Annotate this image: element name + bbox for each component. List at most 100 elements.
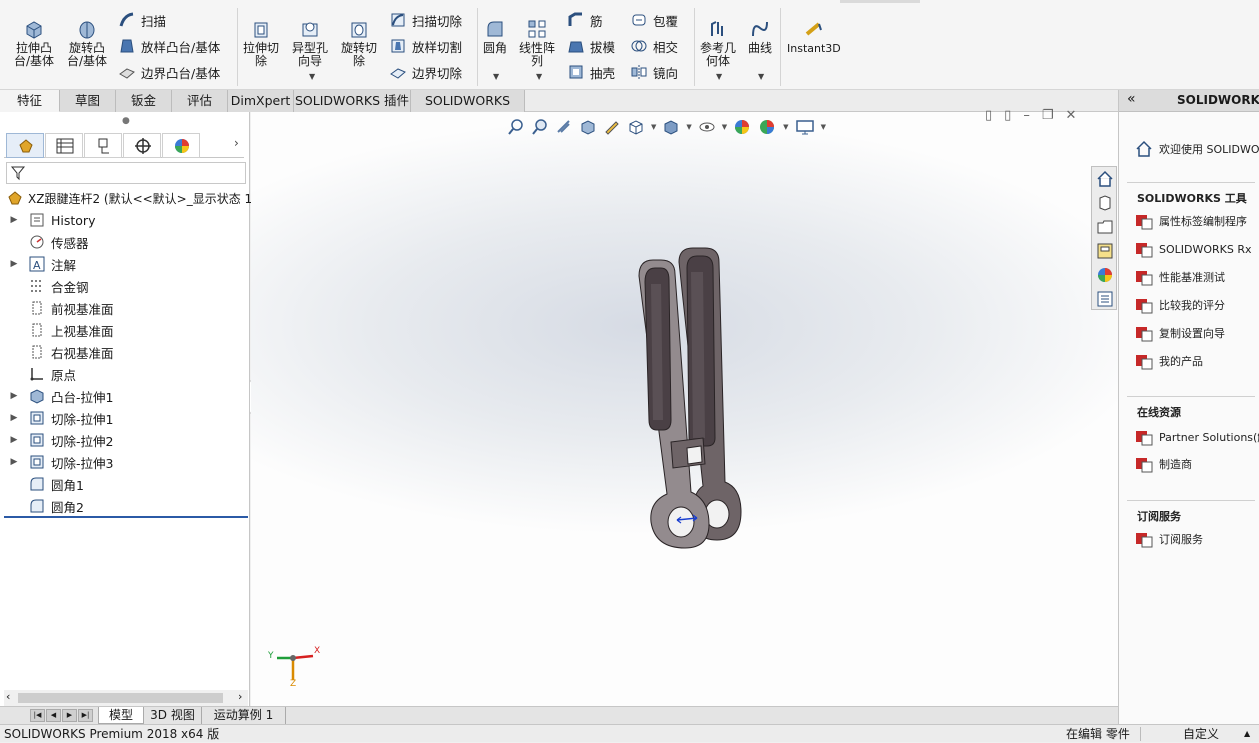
tab-mbd[interactable]: SOLIDWORKS MBD xyxy=(411,90,525,129)
tree-item[interactable]: 圆角1 xyxy=(0,473,84,495)
loft-boss-button[interactable]: 放样凸台/基体 xyxy=(118,35,220,57)
panel-grip-icon[interactable]: ● xyxy=(122,116,130,126)
expand-arrow-icon[interactable]: ▶ xyxy=(8,391,20,401)
collapse-pane-icon[interactable]: « xyxy=(1127,91,1136,107)
view-settings-dropdown-icon[interactable]: ▼ xyxy=(821,123,826,131)
loft-cut-button[interactable]: 放样切割 xyxy=(389,35,462,57)
expand-arrow-icon[interactable]: ▶ xyxy=(8,435,20,445)
close-icon[interactable]: ✕ xyxy=(1065,108,1076,123)
fillet-button[interactable]: 圆角 xyxy=(483,18,507,55)
zoom-to-area-icon[interactable] xyxy=(531,118,549,136)
task-pane-link[interactable]: 制造商 xyxy=(1135,455,1192,473)
expand-arrow-icon[interactable]: ▶ xyxy=(8,413,20,423)
first-tab-icon[interactable]: |◀ xyxy=(30,709,45,722)
task-pane-link[interactable]: 属性标签编制程序 xyxy=(1135,212,1247,230)
custom-properties-icon[interactable] xyxy=(1096,290,1114,308)
last-tab-icon[interactable]: ▶| xyxy=(78,709,93,722)
dimxpert-manager-tab[interactable] xyxy=(123,133,161,158)
tab-model[interactable]: 模型 xyxy=(98,707,144,724)
apply-scene-dropdown-icon[interactable]: ▼ xyxy=(783,123,788,131)
configuration-manager-tab[interactable] xyxy=(84,133,122,158)
extrude-cut-button[interactable]: 拉伸切 除 xyxy=(243,18,279,68)
tab-features[interactable]: 特征 xyxy=(0,90,60,112)
hide-show-items-icon[interactable] xyxy=(698,118,716,136)
task-pane-link[interactable]: 比较我的评分 xyxy=(1135,296,1225,314)
hide-show-dropdown-icon[interactable]: ▼ xyxy=(722,123,727,131)
tab-sheet-metal[interactable]: 钣金 xyxy=(116,90,172,112)
tree-horizontal-scrollbar[interactable]: ‹ › xyxy=(4,690,248,706)
tab-motion-study[interactable]: 运动算例 1 xyxy=(202,707,286,724)
scroll-left-arrow-icon[interactable]: ‹ xyxy=(6,690,10,703)
view-palette-icon[interactable] xyxy=(1096,242,1114,260)
tree-item[interactable]: 传感器 xyxy=(0,231,89,253)
tree-item[interactable]: 前视基准面 xyxy=(0,297,114,319)
apply-scene-icon[interactable] xyxy=(757,118,777,136)
tree-item[interactable]: ▶ 切除-拉伸2 xyxy=(0,429,113,451)
design-library-icon[interactable] xyxy=(1096,194,1114,212)
panel-scroll-right-icon[interactable]: › xyxy=(234,136,239,150)
tree-item[interactable]: 上视基准面 xyxy=(0,319,114,341)
curves-dropdown-icon[interactable]: ▼ xyxy=(758,72,764,81)
tree-item[interactable]: 合金钢 xyxy=(0,275,89,297)
tile-right-icon[interactable]: ▯ xyxy=(1004,108,1011,123)
restore-icon[interactable]: ❐ xyxy=(1042,108,1054,123)
feature-tree-tab[interactable] xyxy=(6,133,44,158)
revolve-boss-button[interactable]: 旋转凸 台/基体 xyxy=(67,18,107,68)
next-tab-icon[interactable]: ▶ xyxy=(62,709,77,722)
tab-addins[interactable]: SOLIDWORKS 插件 xyxy=(294,90,411,112)
reference-geometry-dropdown-icon[interactable]: ▼ xyxy=(716,72,722,81)
tree-item[interactable]: 圆角2 xyxy=(0,495,84,517)
shell-button[interactable]: 抽壳 xyxy=(567,61,615,83)
task-pane-link[interactable]: 复制设置向导 xyxy=(1135,324,1225,342)
tree-item[interactable]: ▶ 切除-拉伸1 xyxy=(0,407,113,429)
boundary-boss-button[interactable]: 边界凸台/基体 xyxy=(118,61,220,83)
fillet-dropdown-icon[interactable]: ▼ xyxy=(493,72,499,81)
tree-item[interactable]: 右视基准面 xyxy=(0,341,114,363)
section-view-icon[interactable] xyxy=(579,118,597,136)
wrap-button[interactable]: 包覆 xyxy=(630,9,678,31)
rollback-bar[interactable] xyxy=(4,516,248,518)
display-manager-tab[interactable] xyxy=(162,133,200,158)
dynamic-annotation-icon[interactable] xyxy=(603,118,621,136)
task-pane-link[interactable]: Partner Solutions(解 xyxy=(1135,428,1259,446)
home-tab-icon[interactable] xyxy=(1096,170,1114,188)
tab-3d-views[interactable]: 3D 视图 xyxy=(144,707,202,724)
tree-item[interactable]: ▶ History xyxy=(0,209,96,231)
display-style-dropdown-icon[interactable]: ▼ xyxy=(686,123,691,131)
task-pane-link[interactable]: SOLIDWORKS Rx xyxy=(1135,240,1252,258)
task-pane-link[interactable]: 我的产品 xyxy=(1135,352,1203,370)
expand-arrow-icon[interactable]: ▶ xyxy=(8,259,20,269)
scroll-thumb[interactable] xyxy=(18,693,223,703)
tree-item[interactable]: ▶ 凸台-拉伸1 xyxy=(0,385,113,407)
tab-evaluate[interactable]: 评估 xyxy=(172,90,228,112)
linear-pattern-dropdown-icon[interactable]: ▼ xyxy=(536,72,542,81)
tree-root-part[interactable]: XZ跟腱连杆2 (默认<<默认>_显示状态 1 xyxy=(0,187,252,209)
hole-wizard-dropdown-icon[interactable]: ▼ xyxy=(309,72,315,81)
draft-button[interactable]: 拔模 xyxy=(567,35,615,57)
property-manager-tab[interactable] xyxy=(45,133,83,158)
zoom-to-fit-icon[interactable] xyxy=(507,118,525,136)
expand-arrow-icon[interactable]: ▶ xyxy=(8,215,20,225)
tree-item[interactable]: ▶ A 注解 xyxy=(0,253,76,275)
units-dropdown-icon[interactable]: ▲ xyxy=(1244,725,1250,743)
view-settings-icon[interactable] xyxy=(795,118,815,136)
task-pane-link[interactable]: 性能基准测试 xyxy=(1135,268,1225,286)
scroll-right-arrow-icon[interactable]: › xyxy=(238,690,242,703)
tab-sketch[interactable]: 草图 xyxy=(60,90,116,112)
expand-arrow-icon[interactable]: ▶ xyxy=(8,457,20,467)
prev-tab-icon[interactable]: ◀ xyxy=(46,709,61,722)
hole-wizard-button[interactable]: 异型孔 向导 xyxy=(292,18,328,68)
view-orientation-dropdown-icon[interactable]: ▼ xyxy=(651,123,656,131)
tab-dimxpert[interactable]: DimXpert xyxy=(228,90,294,112)
previous-view-icon[interactable] xyxy=(555,118,573,136)
tree-item[interactable]: 原点 xyxy=(0,363,76,385)
graphics-viewport[interactable]: ▼ ▼ ▼ ▼ ▼ ▯ ▯ – ❐ ✕ X Y Z xyxy=(251,108,1118,724)
intersect-button[interactable]: 相交 xyxy=(630,35,678,57)
edit-appearance-icon[interactable] xyxy=(733,118,751,136)
file-explorer-icon[interactable] xyxy=(1096,218,1114,236)
welcome-link[interactable]: 欢迎使用 SOLIDWO xyxy=(1135,140,1259,158)
boundary-cut-button[interactable]: 边界切除 xyxy=(389,61,462,83)
linear-pattern-button[interactable]: 线性阵 列 xyxy=(519,18,555,68)
revolve-cut-button[interactable]: 旋转切 除 xyxy=(341,18,377,68)
mirror-button[interactable]: 镜向 xyxy=(630,61,678,83)
